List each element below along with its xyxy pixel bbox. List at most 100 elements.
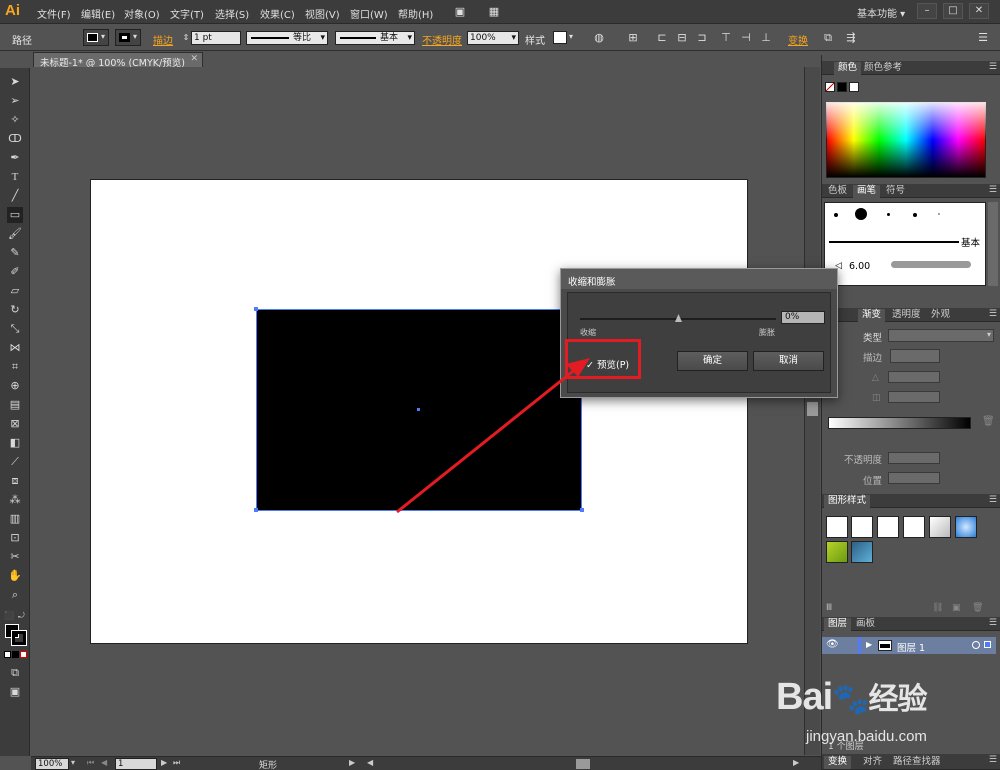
default-colors-icon[interactable]: ⬛ (4, 611, 14, 620)
stroke-label[interactable]: 描边 (153, 32, 173, 47)
layer-row[interactable]: 👁 ▶ 图层 1 (822, 637, 996, 654)
paintbrush-tool-icon[interactable]: 🖌 (7, 226, 23, 242)
visibility-eye-icon[interactable]: 👁 (826, 639, 839, 650)
selection-handle[interactable] (254, 508, 258, 512)
menu-help[interactable]: 帮助(H) (398, 6, 433, 21)
canvas-area[interactable] (31, 67, 804, 757)
charcoal-brush-stroke[interactable] (891, 261, 971, 268)
blend-tool-icon[interactable]: ⧈ (7, 473, 23, 489)
align-to-icon[interactable]: ⊞ (625, 30, 641, 46)
column-graph-tool-icon[interactable]: ▥ (7, 511, 23, 527)
bridge-icon[interactable]: ▣ (452, 4, 468, 20)
arrange-documents-icon[interactable]: ▦ (486, 4, 502, 20)
menu-view[interactable]: 视图(V) (305, 6, 340, 21)
pucker-bloat-value-field[interactable]: 0% (781, 311, 825, 324)
align-bottom-icon[interactable]: ⊥ (758, 30, 774, 46)
tab-color[interactable]: 颜色 (834, 62, 862, 75)
graphic-style-swatch[interactable] (851, 516, 873, 538)
selection-tool-icon[interactable]: ➤ (7, 74, 23, 90)
stroke-swatch[interactable]: ▾ (115, 29, 141, 46)
opacity-label[interactable]: 不透明度 (422, 32, 462, 47)
panel-menu-icon[interactable]: ☰ (989, 309, 997, 319)
graphic-style-swatch[interactable] (955, 516, 977, 538)
dialog-titlebar[interactable]: 收缩和膨胀 (561, 269, 837, 289)
brush-swatch[interactable] (938, 213, 940, 215)
scroll-right-icon[interactable]: ▶ (793, 758, 799, 767)
brush-swatch[interactable] (913, 213, 917, 217)
menu-effect[interactable]: 效果(C) (260, 6, 295, 21)
stroke-color-icon[interactable] (11, 630, 27, 646)
eyedropper-tool-icon[interactable]: ⟋ (7, 454, 23, 470)
magic-wand-tool-icon[interactable]: ✧ (7, 112, 23, 128)
document-tab[interactable]: 未标题-1* @ 100% (CMYK/预览) ✕ (33, 52, 203, 69)
none-mode-icon[interactable] (20, 651, 27, 658)
scroll-left-icon[interactable]: ◀ (367, 758, 373, 767)
layer-name[interactable]: 图层 1 (897, 640, 925, 654)
vertical-scroll-thumb[interactable] (807, 402, 818, 416)
brushes-scrollbar[interactable] (988, 202, 998, 286)
page-field[interactable]: 1 (115, 758, 157, 770)
trash-icon[interactable]: 🗑 (972, 603, 983, 613)
align-middle-icon[interactable]: ⊣ (738, 30, 754, 46)
fill-swatch[interactable]: ▾ (83, 29, 109, 46)
symbol-sprayer-tool-icon[interactable]: ⁂ (7, 492, 23, 508)
selection-handle[interactable] (580, 508, 584, 512)
menu-object[interactable]: 对象(O) (124, 6, 160, 21)
next-page-icon[interactable]: ▶ (161, 758, 167, 767)
align-top-icon[interactable]: ⊤ (718, 30, 734, 46)
restore-button[interactable]: □ (943, 3, 963, 19)
type-tool-icon[interactable]: T (7, 169, 23, 185)
menu-edit[interactable]: 编辑(E) (81, 6, 115, 21)
menu-type[interactable]: 文字(T) (170, 6, 204, 21)
tab-transparency[interactable]: 透明度 (888, 309, 925, 322)
trash-icon[interactable]: 🗑 (982, 416, 995, 427)
stroke-profile-select[interactable]: 等比 ▾ (246, 31, 328, 45)
line-tool-icon[interactable]: ╱ (7, 188, 23, 204)
panel-menu-icon[interactable]: ☰ (989, 495, 997, 505)
rectangle-tool-icon[interactable]: ▭ (7, 207, 23, 223)
tab-layers[interactable]: 图层 (824, 618, 852, 631)
graphic-style-swatch[interactable] (877, 516, 899, 538)
brush-definition-select[interactable]: 基本 ▾ (335, 31, 415, 45)
perspective-grid-tool-icon[interactable]: ▤ (7, 397, 23, 413)
tab-align[interactable]: 对齐 (859, 756, 886, 769)
tab-symbols[interactable]: 符号 (882, 185, 909, 198)
angle-field[interactable] (888, 371, 940, 383)
gradient-position-field[interactable] (888, 472, 940, 484)
workspace-switcher[interactable]: 基本功能 ▾ (857, 5, 905, 20)
control-bar-menu-icon[interactable]: ☰ (975, 30, 991, 46)
gradient-opacity-field[interactable] (888, 452, 940, 464)
align-right-icon[interactable]: ⊐ (694, 30, 710, 46)
zoom-field[interactable]: 100% (35, 758, 69, 770)
brush-swatch[interactable] (834, 213, 838, 217)
panel-menu-icon[interactable]: ☰ (989, 62, 997, 72)
brush-swatch[interactable] (887, 213, 890, 216)
tab-appearance[interactable]: 外观 (927, 309, 954, 322)
eraser-tool-icon[interactable]: ▱ (7, 283, 23, 299)
recolor-icon[interactable]: ◍ (591, 30, 607, 46)
brushes-list[interactable]: 基本 ◁ 6.00 (824, 202, 986, 286)
brush-swatch[interactable] (855, 208, 867, 220)
expand-layer-icon[interactable]: ▶ (866, 640, 872, 649)
graphic-style-swatch[interactable] (929, 516, 951, 538)
graphic-style-swatch[interactable] (903, 516, 925, 538)
basic-brush-stroke[interactable] (829, 241, 959, 243)
horizontal-scroll-thumb[interactable] (576, 759, 590, 769)
isolate-icon[interactable]: ⧉ (820, 30, 836, 46)
close-button[interactable]: ✕ (969, 3, 989, 19)
black-swatch[interactable] (837, 82, 847, 92)
tab-gradient[interactable]: 渐变 (858, 309, 886, 322)
graphic-style-swatch[interactable] (851, 541, 873, 563)
gradient-type-select[interactable]: ▾ (888, 329, 994, 342)
gradient-tool-icon[interactable]: ◧ (7, 435, 23, 451)
new-style-icon[interactable]: ▣ (952, 603, 961, 613)
shape-builder-tool-icon[interactable]: ⊕ (7, 378, 23, 394)
opacity-field[interactable]: 100% ▾ (467, 31, 519, 45)
ok-button[interactable]: 确定 (677, 351, 748, 371)
scale-tool-icon[interactable]: ⤡ (7, 321, 23, 337)
graphic-style-swatch[interactable] (826, 516, 848, 538)
selection-handle[interactable] (254, 307, 258, 311)
transform-label[interactable]: 变换 (788, 32, 808, 47)
tab-graphic-styles[interactable]: 图形样式 (824, 495, 871, 508)
status-menu-icon[interactable]: ▶ (349, 758, 355, 767)
